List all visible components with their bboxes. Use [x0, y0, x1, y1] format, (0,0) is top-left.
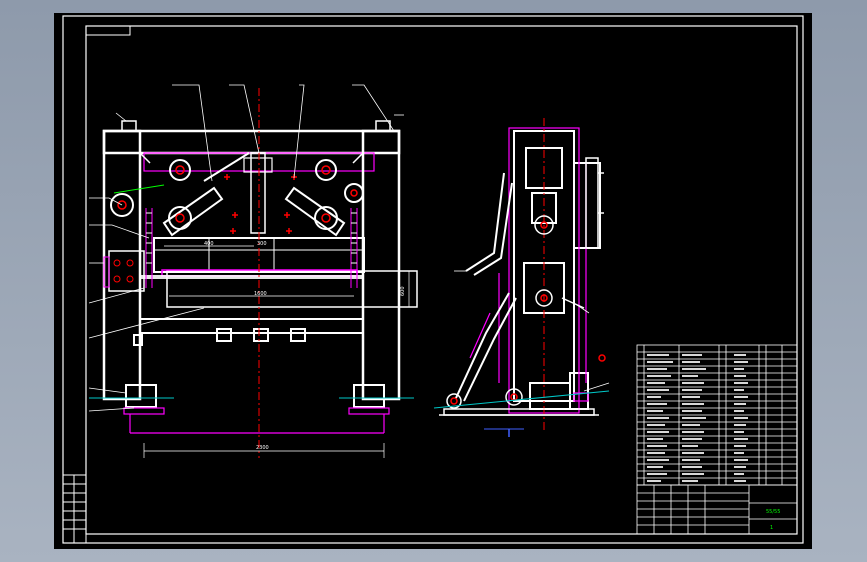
cad-viewport[interactable]: 400 300 1600 600 2300 55/55 1	[54, 13, 812, 549]
cad-drawing: 400 300 1600 600 2300 55/55 1	[62, 15, 804, 544]
title-page-number: 1	[770, 525, 773, 531]
dim-center: 1600	[254, 291, 267, 297]
parts-list	[636, 344, 798, 486]
dim-right-vertical: 600	[400, 286, 406, 296]
side-view	[433, 118, 610, 437]
corner-code-box	[85, 25, 131, 36]
dim-top-mid: 300	[257, 241, 267, 247]
front-view: 400 300 1600 600 2300	[88, 84, 418, 458]
binding-strip	[62, 474, 87, 544]
inner-frame	[85, 25, 798, 535]
title-stamp: 55/55	[766, 509, 780, 515]
dim-top-left: 400	[204, 241, 214, 247]
dim-bottom: 2300	[256, 445, 269, 451]
